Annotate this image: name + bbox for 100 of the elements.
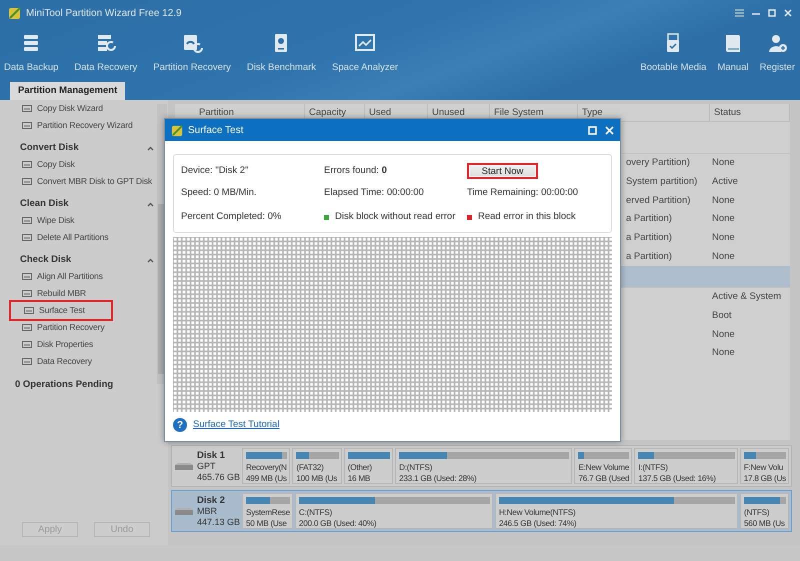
- partition-detail: 76.7 GB (Used: [578, 473, 630, 484]
- usage-bar: [578, 452, 630, 459]
- partition-detail: 560 MB (Us: [744, 518, 786, 529]
- disk-size: 447.13 GB: [196, 516, 240, 528]
- tool-icon: [22, 323, 32, 332]
- partition-label: SystemRese: [246, 507, 290, 518]
- help-icon[interactable]: ?: [173, 418, 187, 432]
- partition-block[interactable]: I:(NTFS) 137.5 GB (Used: 16%): [634, 448, 738, 484]
- disk-size: 465.76 GB: [196, 472, 240, 482]
- toolbar-button[interactable]: Bootable Media: [634, 26, 712, 81]
- table-cell-text: Active: [712, 174, 739, 189]
- partition-detail: 137.5 GB (Used: 16%): [638, 473, 717, 484]
- partition-detail: 100 MB (Us: [296, 473, 338, 484]
- info-text: Percent Completed: 0%: [181, 210, 282, 224]
- partition-label: (FAT32): [296, 462, 325, 473]
- partition-detail: 233.1 GB (Used: 28%): [399, 473, 478, 484]
- info-text: Time Remaining: 00:00:00: [467, 186, 580, 200]
- section-title: Clean Disk: [20, 197, 69, 212]
- table-cell-text: None: [712, 230, 736, 245]
- partition-label: E:New Volume: [578, 462, 630, 473]
- sidebar-item[interactable]: Surface Test: [11, 302, 111, 319]
- disk-scheme: MBR: [196, 506, 218, 516]
- tool-icon: [24, 306, 34, 315]
- app-logo: [8, 6, 22, 20]
- legend-label: Read error in this block: [478, 210, 576, 224]
- partition-block[interactable]: (FAT32) 100 MB (Us: [292, 448, 342, 484]
- table-cell-text: None: [712, 328, 736, 342]
- table-cell-text: a Partition): [626, 212, 673, 226]
- toolbar-button[interactable]: Partition Recovery: [145, 26, 239, 81]
- dialog-title: Surface Test: [188, 124, 244, 138]
- partition-label: C:(NTFS): [298, 507, 333, 518]
- partition-label: (Other): [348, 462, 373, 473]
- maximize-icon[interactable]: [768, 9, 776, 17]
- tool-icon: [22, 216, 32, 225]
- info-text: Elapsed Time: 00:00:00: [324, 186, 425, 200]
- hard-drive-icon: [174, 462, 194, 470]
- toolbar-button[interactable]: Register: [754, 26, 800, 81]
- partition-detail: 17.8 GB (Us: [744, 473, 786, 484]
- partition-block[interactable]: (Other) 16 MB: [344, 448, 394, 484]
- app-logo: [171, 124, 184, 136]
- partition-label: H:New Volume(NTFS): [498, 507, 576, 518]
- tool-icon: [22, 233, 32, 242]
- menu-icon[interactable]: [735, 9, 744, 17]
- usage-bar: [744, 452, 786, 459]
- tutorial-link[interactable]: Surface Test Tutorial: [193, 418, 280, 432]
- chevron-icon[interactable]: [147, 202, 154, 207]
- info-text: Device: "Disk 2": [181, 164, 250, 178]
- partition-label: Recovery(N: [246, 462, 288, 473]
- partition-block[interactable]: F:New Volu 17.8 GB (Us: [740, 448, 790, 484]
- usage-bar: [296, 452, 339, 459]
- table-cell-text: None: [712, 156, 736, 170]
- partition-block[interactable]: H:New Volume(NTFS) 246.5 GB (Used: 74%): [494, 493, 738, 529]
- partition-block[interactable]: SystemRese 50 MB (Use: [242, 493, 293, 529]
- chevron-icon[interactable]: [147, 258, 154, 263]
- section-title: Check Disk: [20, 253, 72, 268]
- table-cell-text: System partition): [626, 174, 698, 189]
- partition-label: D:(NTFS): [399, 462, 434, 473]
- window-title: MiniTool Partition Wizard Free 12.9: [26, 6, 182, 20]
- tool-icon: [22, 121, 32, 130]
- close-icon[interactable]: [784, 9, 792, 17]
- table-cell-text: None: [712, 212, 736, 226]
- table-cell-text: None: [712, 250, 736, 264]
- table-cell-text: Active & System: [712, 290, 782, 304]
- tool-icon: [22, 104, 32, 113]
- tool-icon: [22, 272, 32, 281]
- section-title: Convert Disk: [20, 141, 79, 156]
- column-header[interactable]: Status: [710, 104, 790, 121]
- partition-block[interactable]: C:(NTFS) 200.0 GB (Used: 40%): [294, 493, 493, 529]
- partition-detail: 50 MB (Use: [246, 518, 288, 529]
- usage-bar: [246, 497, 290, 504]
- partition-detail: 499 MB (Us: [246, 473, 288, 484]
- partition-block[interactable]: Recovery(N 499 MB (Us: [242, 448, 290, 484]
- sidebar-item[interactable]: Copy Disk Wizard: [0, 100, 168, 117]
- table-cell-text: Boot: [712, 309, 733, 324]
- toolbar-button[interactable]: Data Backup: [0, 26, 66, 81]
- disk-row[interactable]: Disk 2 MBR 447.13 GB SystemRese 50 MB (Use C:(NTFS) 200.0 GB (Used: 40%) H:New Volume(NTFS) 246.5 GB (Used: 74%) (NTFS) 560 MB (Us: [171, 490, 792, 532]
- tool-icon: [22, 160, 32, 169]
- toolbar-button[interactable]: Data Recovery: [66, 26, 146, 81]
- usage-bar: [348, 452, 390, 459]
- toolbar-button[interactable]: Manual: [711, 26, 754, 81]
- start-now-button[interactable]: Start Now: [467, 163, 538, 179]
- user-add-icon: [766, 32, 788, 54]
- disk-row[interactable]: Disk 1 GPT 465.76 GB Recovery(N 499 MB (Us (FAT32) 100 MB (Us (Other) 16 MB D:(NTFS) 233.1 GB (Used: 28%) E:New Volume 76.7 GB (Used I:(NTFS) 137.5 GB (Used: 16%) F:New Volu 17.8 GB (Us: [171, 445, 792, 487]
- partition-block[interactable]: E:New Volume 76.7 GB (Used: [574, 448, 632, 484]
- legend-label: Disk block without read error: [335, 210, 456, 224]
- partition-block[interactable]: (NTFS) 560 MB (Us: [740, 493, 790, 529]
- chevron-icon[interactable]: [147, 146, 154, 151]
- toolbar-button[interactable]: Space Analyzer: [324, 26, 406, 81]
- partition-label: I:(NTFS): [638, 462, 669, 473]
- table-cell-text: erved Partition): [626, 194, 692, 208]
- partition-block[interactable]: D:(NTFS) 233.1 GB (Used: 28%): [395, 448, 572, 484]
- toolbar-button[interactable]: Disk Benchmark: [238, 26, 324, 81]
- tool-icon: [22, 340, 32, 349]
- usage-bar: [246, 452, 288, 459]
- tool-icon: [22, 177, 32, 186]
- tab[interactable]: Partition Management: [10, 82, 126, 100]
- tool-icon: [22, 289, 32, 298]
- table-cell-text: a Partition): [626, 250, 673, 264]
- table-cell-text: overy Partition): [626, 156, 691, 170]
- table-cell-text: None: [712, 194, 736, 208]
